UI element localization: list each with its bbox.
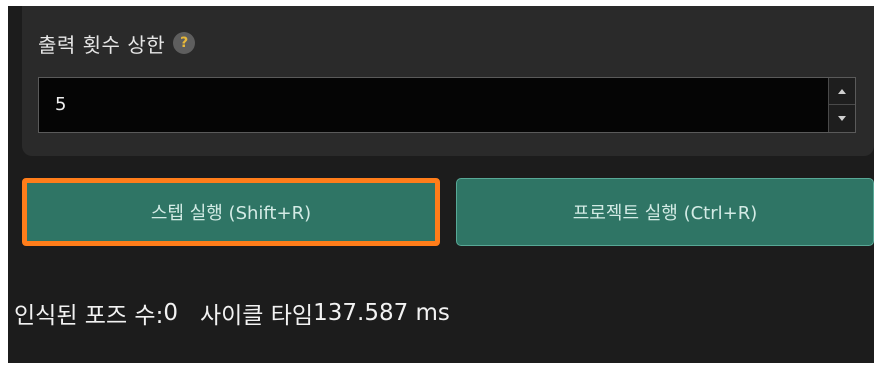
output-limit-panel: 출력 횟수 상한 ? 5 xyxy=(22,6,874,156)
step-run-button[interactable]: 스텝 실행 (Shift+R) xyxy=(22,178,440,246)
output-limit-label: 출력 횟수 상한 xyxy=(38,32,166,57)
app-window: 출력 횟수 상한 ? 5 스텝 실행 (Shift+R) 프로젝트 실행 (Ct… xyxy=(8,6,874,363)
output-limit-value[interactable]: 5 xyxy=(55,78,66,132)
recognized-poses-label: 인식된 포즈 수: xyxy=(14,303,164,329)
chevron-down-icon xyxy=(838,116,846,121)
cycle-time-label: 사이클 타임 xyxy=(199,303,314,329)
status-bar: 인식된 포즈 수: 0 사이클 타임 137.587 ms xyxy=(14,296,450,330)
recognized-poses-value: 0 xyxy=(163,300,178,326)
project-run-button[interactable]: 프로젝트 실행 (Ctrl+R) xyxy=(456,178,874,246)
help-icon[interactable]: ? xyxy=(173,32,196,54)
output-limit-spinbox[interactable]: 5 xyxy=(38,77,856,133)
cycle-time-value: 137.587 ms xyxy=(313,300,450,326)
output-limit-label-row: 출력 횟수 상한 ? xyxy=(38,30,196,57)
increment-button[interactable] xyxy=(829,78,855,105)
project-run-label: 프로젝트 실행 (Ctrl+R) xyxy=(572,203,758,224)
spin-buttons xyxy=(828,78,855,132)
step-run-label: 스텝 실행 (Shift+R) xyxy=(150,203,312,224)
decrement-button[interactable] xyxy=(829,105,855,132)
chevron-up-icon xyxy=(838,88,846,94)
